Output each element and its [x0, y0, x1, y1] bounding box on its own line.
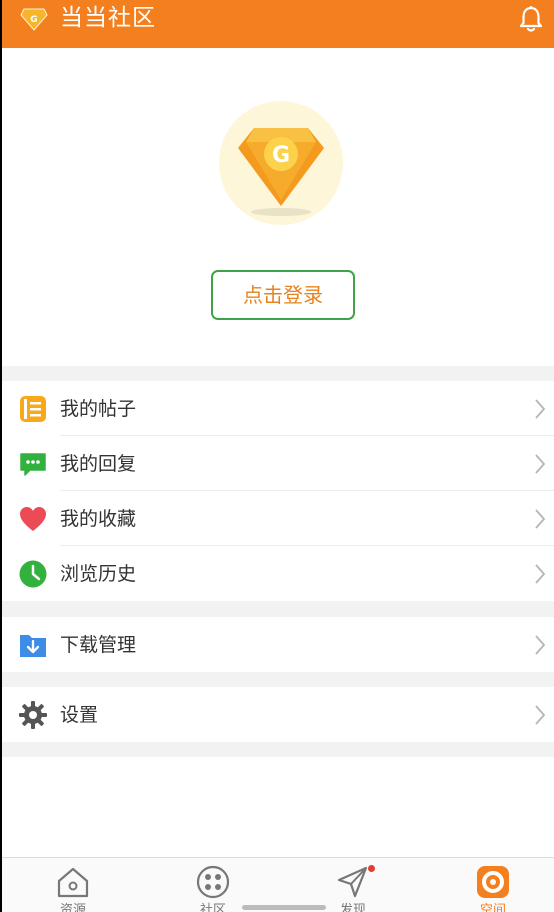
tab-label: 社区: [199, 903, 226, 912]
menu-item-label: 我的收藏: [60, 508, 137, 530]
space-icon: [477, 866, 509, 898]
menu-item-label: 我的回复: [60, 453, 137, 475]
chevron-right-icon: [535, 454, 546, 474]
discover-icon: [337, 866, 368, 898]
home-icon: [57, 867, 89, 898]
svg-text:G: G: [30, 15, 37, 25]
svg-text:G: G: [272, 143, 290, 168]
chevron-right-icon: [535, 509, 546, 529]
notification-dot: [368, 865, 375, 872]
tab-community[interactable]: 社区: [173, 858, 253, 912]
empty-area: [2, 757, 554, 857]
community-icon: [196, 865, 230, 899]
bell-icon[interactable]: [518, 5, 544, 33]
login-button[interactable]: 点击登录: [211, 270, 355, 320]
top-bar: G 当当社区: [2, 0, 554, 48]
tab-resources[interactable]: 资源: [33, 858, 113, 912]
home-indicator: [242, 905, 326, 910]
heart-icon: [20, 507, 46, 531]
app-screen: G 当当社区 G 点击登录 我的帖子 我的回复 我的收藏 浏览历史 下载管理 设…: [2, 0, 554, 912]
download-folder-icon: [20, 635, 46, 657]
menu-item-label: 浏览历史: [60, 563, 137, 585]
gear-icon: [19, 701, 47, 729]
bottom-tab-bar: 资源 社区 发现 空间: [2, 857, 554, 912]
menu-item-label: 我的帖子: [60, 398, 137, 420]
tab-label: 资源: [59, 903, 86, 912]
chevron-right-icon: [535, 705, 546, 725]
tab-discover[interactable]: 发现: [313, 858, 393, 912]
menu-group-settings: 设置: [2, 687, 554, 742]
menu-item-label: 设置: [60, 704, 99, 726]
chevron-right-icon: [535, 399, 546, 419]
menu-item-settings[interactable]: 设置: [2, 687, 554, 742]
app-title: 当当社区: [60, 5, 156, 31]
tab-space[interactable]: 空间: [453, 858, 533, 912]
avatar-gem-icon[interactable]: G: [218, 100, 344, 226]
chevron-right-icon: [535, 564, 546, 584]
chat-bubble-icon: [20, 453, 46, 476]
clock-icon: [19, 560, 47, 588]
document-icon: [20, 396, 46, 422]
menu-group-activity: 我的帖子 我的回复 我的收藏 浏览历史: [2, 381, 554, 601]
menu-item-label: 下载管理: [60, 634, 137, 656]
menu-item-download-manager[interactable]: 下载管理: [2, 617, 554, 672]
menu-item-my-posts[interactable]: 我的帖子: [2, 381, 554, 436]
menu-item-my-replies[interactable]: 我的回复: [2, 436, 554, 491]
chevron-right-icon: [535, 635, 546, 655]
gem-logo-icon: G: [20, 8, 48, 31]
menu-group-downloads: 下载管理: [2, 617, 554, 672]
profile-section: G 点击登录: [2, 48, 554, 366]
tab-label: 空间: [479, 903, 506, 912]
menu-item-my-favorites[interactable]: 我的收藏: [2, 491, 554, 546]
menu-item-browse-history[interactable]: 浏览历史: [2, 546, 554, 601]
